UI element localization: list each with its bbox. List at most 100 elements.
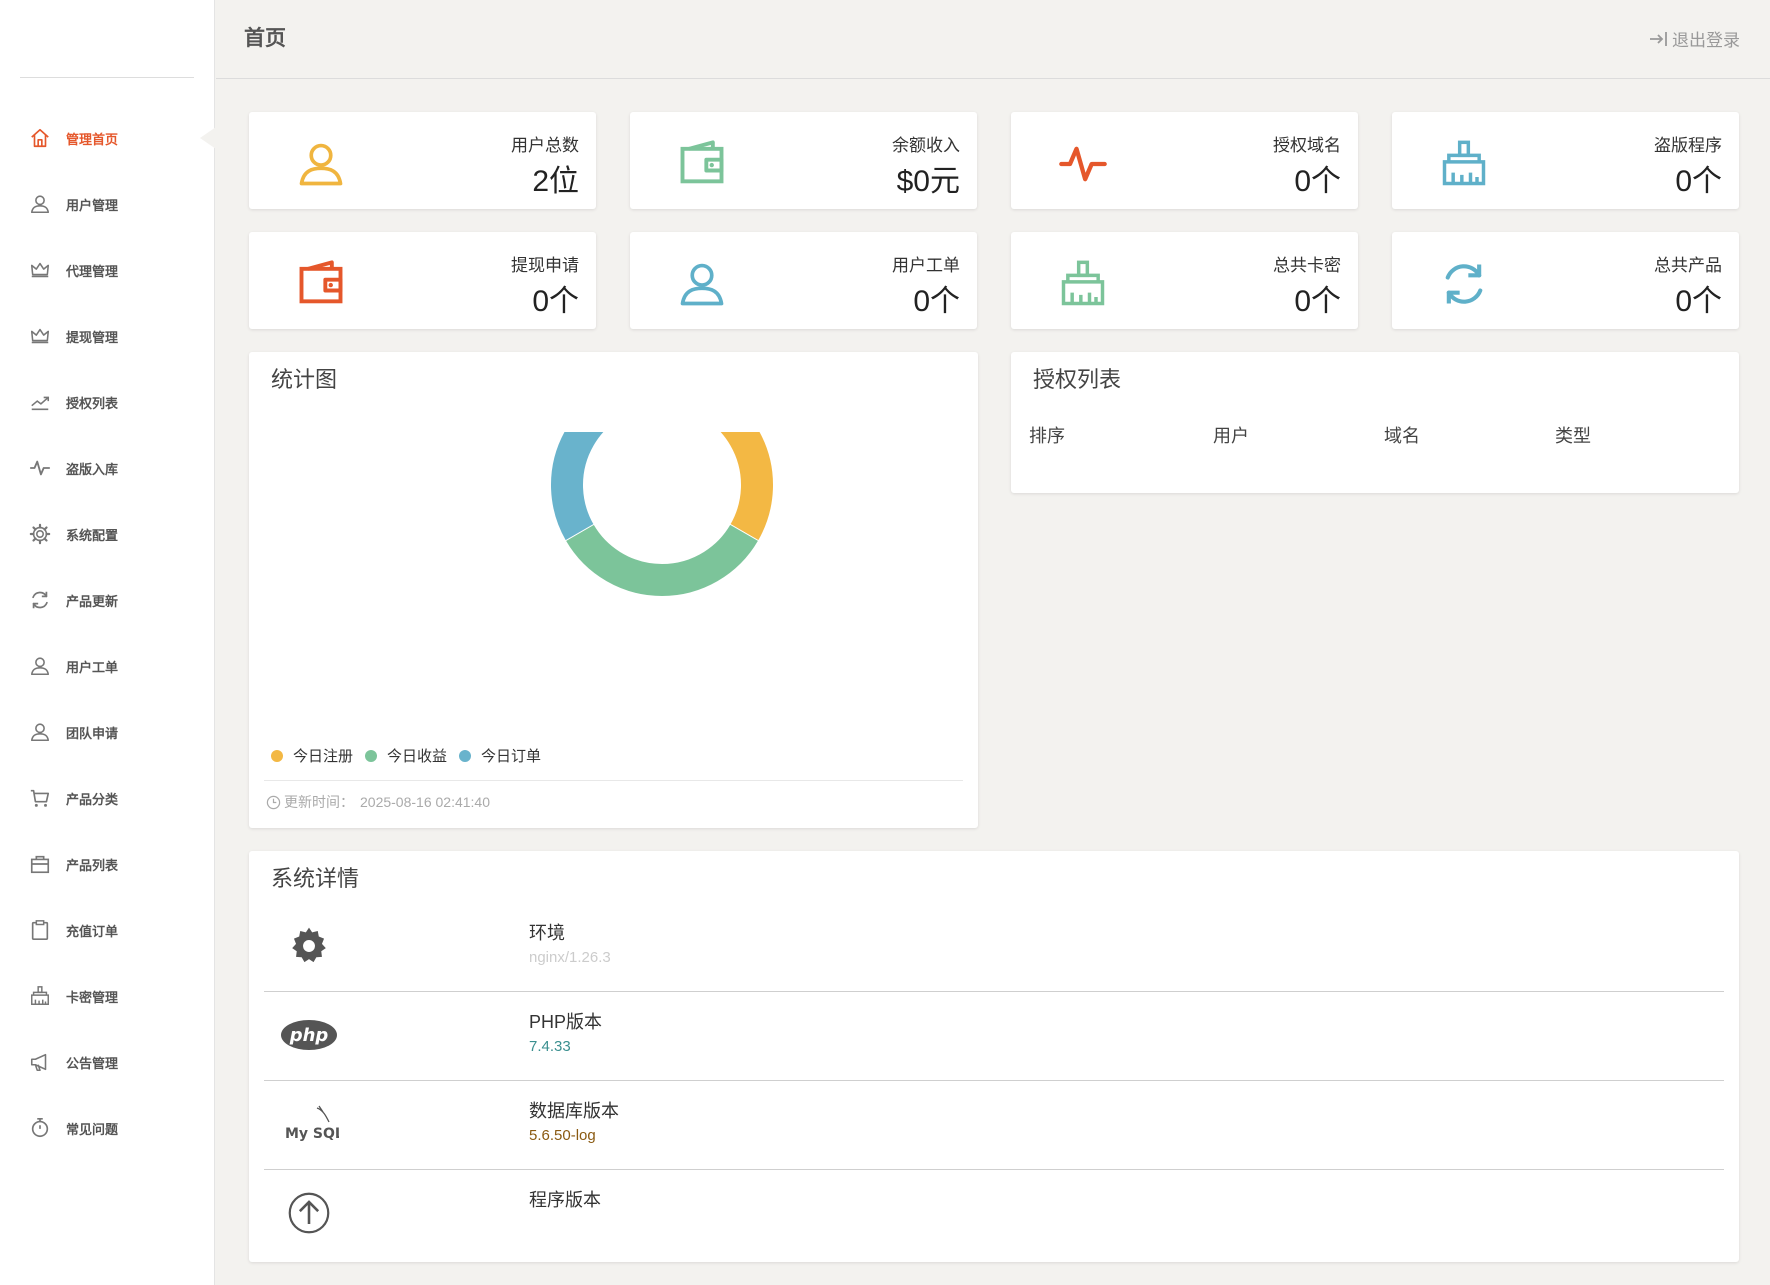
system-row-label: 数据库版本 <box>529 1101 619 1121</box>
sidebar: 管理首页 用户管理 代理管理 提现管理 授权列表盗版入库系统配置 产品更新 用户工单团队申请… <box>0 0 216 1285</box>
system-row: 程序版本 <box>264 1170 1724 1259</box>
sidebar-item[interactable]: 产品列表 <box>0 831 215 897</box>
clock-icon <box>266 795 281 809</box>
chart-divider <box>264 780 963 781</box>
crown-icon <box>30 328 50 344</box>
chart-card: 统计图 今日注册 今日收益 今日订单 更新时间： 2025-08-16 02:41:… <box>249 352 978 828</box>
megaphone-icon <box>30 1053 47 1072</box>
trend-icon <box>28 390 52 414</box>
sidebar-item[interactable]: 授权列表 <box>0 369 215 435</box>
sidebar-item[interactable]: 用户工单 <box>0 633 215 699</box>
donut-slice[interactable] <box>662 432 774 542</box>
stopwatch-icon <box>31 1118 49 1138</box>
stat-label: 盗版程序 <box>1654 136 1722 155</box>
user-icon <box>676 258 728 310</box>
logout-label: 退出登录 <box>1672 31 1740 50</box>
system-title: 系统详情 <box>271 866 360 891</box>
stat-value: 0个 <box>1294 285 1341 318</box>
wallet-icon <box>680 140 724 184</box>
refresh-icon <box>1445 264 1483 304</box>
system-row-label: 程序版本 <box>529 1190 601 1210</box>
upload-icon <box>288 1192 330 1234</box>
sidebar-item-label: 常见问题 <box>66 1121 119 1137</box>
sidebar-item[interactable]: 代理管理 <box>0 237 215 303</box>
pulse-icon <box>1057 138 1109 190</box>
megaphone-icon <box>28 1050 52 1074</box>
donut-slice[interactable] <box>564 523 760 597</box>
sidebar-item[interactable]: 充值订单 <box>0 897 215 963</box>
sidebar-item[interactable]: 提现管理 <box>0 303 215 369</box>
sidebar-item[interactable]: 盗版入库 <box>0 435 215 501</box>
broom-icon <box>1442 140 1486 186</box>
legend-dot <box>459 749 472 762</box>
sidebar-item[interactable]: 团队申请 <box>0 699 215 765</box>
refresh-icon <box>1438 258 1490 310</box>
user-icon <box>299 143 343 186</box>
auth-list-header: 排序 用户 域名 类型 <box>1011 422 1739 450</box>
crown-icon <box>30 262 50 278</box>
pulse-icon <box>1059 146 1107 182</box>
legend-item[interactable]: 今日注册 <box>271 745 353 766</box>
legend-dot <box>271 749 283 762</box>
user-icon <box>30 195 50 214</box>
sidebar-item[interactable]: 常见问题 <box>0 1095 215 1161</box>
clipboard-icon <box>31 920 49 940</box>
stat-card: 用户总数 2位 <box>249 112 596 209</box>
sidebar-item[interactable]: 系统配置 <box>0 501 215 567</box>
bag-icon <box>30 855 50 874</box>
mysql-logo: My SQL <box>279 1098 339 1150</box>
legend-item[interactable]: 今日订单 <box>459 745 541 766</box>
col-sort: 排序 <box>1029 426 1065 446</box>
legend-item[interactable]: 今日收益 <box>365 745 447 766</box>
php-logo: php <box>279 1009 339 1061</box>
logout-button[interactable]: 退出登录 <box>1649 26 1740 51</box>
stat-value: 2位 <box>532 165 579 198</box>
user-icon <box>680 263 724 306</box>
gear-icon <box>28 522 52 546</box>
update-label: 更新时间： <box>284 794 354 810</box>
sidebar-item[interactable]: 卡密管理 <box>0 963 215 1029</box>
system-row-label: PHP版本 <box>529 1012 603 1032</box>
legend-label: 今日注册 <box>293 748 354 765</box>
donut-slice[interactable] <box>550 432 663 542</box>
chart-title: 统计图 <box>271 367 338 392</box>
sidebar-item[interactable]: 产品分类 <box>0 765 215 831</box>
user-icon <box>28 654 52 678</box>
broom-icon <box>28 984 52 1008</box>
gear-icon <box>29 523 51 545</box>
wallet-icon <box>676 138 728 190</box>
sidebar-item-label: 公告管理 <box>66 1055 119 1071</box>
legend-dot <box>365 749 378 762</box>
user-icon <box>295 138 347 190</box>
sidebar-item[interactable]: 公告管理 <box>0 1029 215 1095</box>
sidebar-item-label: 团队申请 <box>66 725 119 741</box>
sidebar-item[interactable]: 管理首页 <box>0 105 216 171</box>
sidebar-item-label: 盗版入库 <box>66 461 119 477</box>
broom-icon <box>1061 260 1105 306</box>
legend-label: 今日订单 <box>481 748 542 765</box>
auth-list-card: 授权列表 排序 用户 域名 类型 <box>1011 352 1739 493</box>
system-row: 环境 nginx/1.26.3 <box>264 903 1724 992</box>
pulse-icon <box>29 460 51 476</box>
broom-icon <box>1057 258 1109 310</box>
sidebar-item[interactable]: 产品更新 <box>0 567 215 633</box>
donut-chart <box>550 432 774 597</box>
stat-card: 授权域名 0个 <box>1011 112 1358 209</box>
stat-value: 0个 <box>1675 285 1722 318</box>
broom-icon <box>31 986 49 1005</box>
system-row: My SQL 数据库版本 5.6.50-log <box>264 1081 1724 1170</box>
page-title: 首页 <box>244 27 286 50</box>
stat-label: 余额收入 <box>892 136 960 155</box>
stat-card: 盗版程序 0个 <box>1392 112 1739 209</box>
stat-label: 总共卡密 <box>1273 256 1341 275</box>
chart-legend: 今日注册 今日收益 今日订单 <box>271 745 553 766</box>
system-row-value: 5.6.50-log <box>529 1127 596 1144</box>
system-row-value: 7.4.33 <box>529 1038 571 1055</box>
home-icon <box>31 128 49 148</box>
bag-icon <box>28 852 52 876</box>
sidebar-item[interactable]: 用户管理 <box>0 171 215 237</box>
stat-value: 0个 <box>1294 165 1341 198</box>
col-domain: 域名 <box>1384 426 1420 446</box>
svg-text:php: php <box>289 1025 329 1046</box>
legend-label: 今日收益 <box>387 748 448 765</box>
